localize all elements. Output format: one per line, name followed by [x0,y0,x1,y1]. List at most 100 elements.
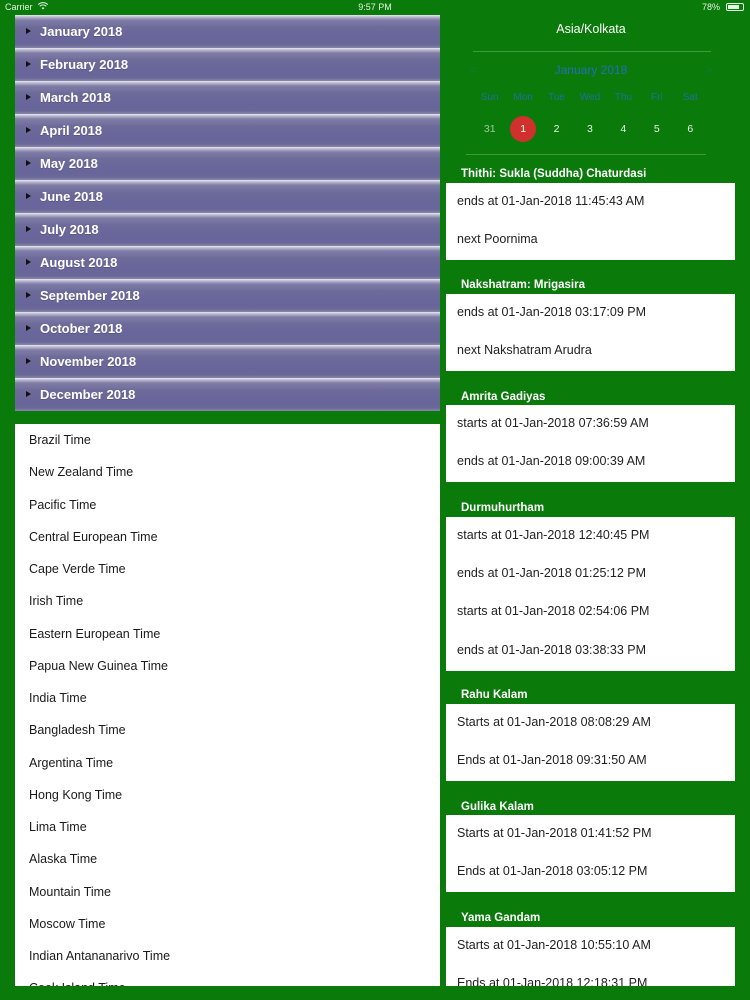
timezone-list: Brazil Time New Zealand Time Pacific Time C… [15,424,440,986]
section-card-line: Ends at 01-Jan-2018 09:31:50 AM [457,753,647,768]
calendar-day-number: 3 [587,123,593,135]
month-row[interactable]: September 2018 [15,279,440,312]
section-card: ends at 01-Jan-2018 11:45:43 AM next Poor… [446,183,735,261]
calendar-day-selected[interactable]: 1 [506,116,539,142]
month-label: May 2018 [40,156,98,171]
month-label: February 2018 [40,57,129,72]
section-card-line: Starts at 01-Jan-2018 10:55:10 AM [457,938,651,952]
calendar-day-number: 4 [620,123,627,135]
calendar-day-number: 1 [520,123,527,135]
timezone-list-item[interactable]: New Zealand Time [15,456,440,488]
timezone-list-item[interactable]: Hong Kong Time [15,779,440,811]
calendar-day[interactable]: 3 [573,116,606,142]
section-title: Yama Gandam [461,912,541,924]
weekday-label: Mon [513,92,533,103]
section-card: Starts at 01-Jan-2018 01:41:52 PM Ends at… [446,815,735,893]
calendar-day[interactable]: 4 [607,116,640,142]
section-card-line: ends at 01-Jan-2018 01:25:12 PM [457,566,647,581]
timezone-list-item[interactable]: Moscow Time [15,908,440,940]
section-card: Starts at 01-Jan-2018 08:08:29 AM Ends at… [446,704,735,782]
month-row[interactable]: June 2018 [15,180,440,213]
month-row[interactable]: March 2018 [15,81,440,114]
timezone-list-item[interactable]: Cape Verde Time [15,553,440,585]
disclosure-triangle-icon [26,391,31,397]
month-row[interactable]: January 2018 [15,15,440,48]
section-card-line: ends at 01-Jan-2018 11:45:43 AM [457,194,645,208]
disclosure-triangle-icon [26,160,31,166]
calendar-day[interactable]: 31 [473,116,506,142]
disclosure-triangle-icon [26,325,31,331]
timezone-title: Asia/Kolkata [556,22,626,36]
month-row[interactable]: February 2018 [15,48,440,81]
month-row[interactable]: November 2018 [15,345,440,378]
section-card: starts at 01-Jan-2018 07:36:59 AM ends at… [446,405,735,483]
timezone-list-item[interactable]: Bangladesh Time [15,714,440,746]
weekday-label: Sat [682,92,698,103]
calendar-day-number: 5 [653,123,660,135]
disclosure-triangle-icon [26,28,31,34]
month-row[interactable]: April 2018 [15,114,440,147]
timezone-list-item[interactable]: Argentina Time [15,747,440,779]
timezone-list-item[interactable]: Irish Time [15,585,440,617]
status-time: 9:57 PM [358,2,392,12]
month-row[interactable]: August 2018 [15,246,440,279]
section-card-line: Ends at 01-Jan-2018 12:18:31 PM [457,976,648,986]
section-card-line: next Poornima [457,232,538,247]
month-label: October 2018 [40,321,123,336]
calendar-day-number: 31 [483,123,496,135]
timezone-list-item[interactable]: Lima Time [15,811,440,843]
month-label: July 2018 [40,222,99,237]
calendar-days: 31 1 2 3 4 5 6 [473,116,707,142]
section-card-line: starts at 01-Jan-2018 12:40:45 PM [457,528,650,542]
timezone-list-item[interactable]: India Time [15,682,440,714]
section-card-line: next Nakshatram Arudra [457,343,592,358]
section-card-line: ends at 01-Jan-2018 03:17:09 PM [457,305,647,319]
disclosure-triangle-icon [26,259,31,265]
month-row[interactable]: December 2018 [15,378,440,411]
month-label: June 2018 [40,189,103,204]
calendar-weekdays: Sun Mon Tue Wed Thu Fri Sat [473,92,707,103]
calendar-day[interactable]: 6 [674,116,707,142]
divider [466,154,706,155]
weekday-label: Thu [614,92,633,103]
timezone-list-item[interactable]: Pacific Time [15,489,440,521]
timezone-list-item[interactable]: Alaska Time [15,843,440,875]
timezone-list-item[interactable]: Mountain Time [15,876,440,908]
month-row[interactable]: October 2018 [15,312,440,345]
section-card: ends at 01-Jan-2018 03:17:09 PM next Naks… [446,294,735,372]
calendar-day[interactable]: 5 [640,116,673,142]
month-label: August 2018 [40,255,118,270]
calendar-day[interactable]: 2 [540,116,573,142]
section-title: Durmuhurtham [461,502,545,514]
disclosure-triangle-icon [26,358,31,364]
timezone-list-item[interactable]: Central European Time [15,521,440,553]
disclosure-triangle-icon [26,193,31,199]
month-row[interactable]: May 2018 [15,147,440,180]
month-label: December 2018 [40,387,136,402]
month-row[interactable]: July 2018 [15,213,440,246]
section-card: Starts at 01-Jan-2018 10:55:10 AM Ends at… [446,927,735,986]
section-card-line: ends at 01-Jan-2018 03:38:33 PM [457,642,647,657]
disclosure-triangle-icon [26,226,31,232]
battery-icon [726,3,744,11]
calendar-next-button[interactable]: > [682,63,712,77]
weekday-label: Wed [579,92,601,103]
section-title: Nakshatram: Mrigasira [461,279,585,291]
month-accordion: January 2018 February 2018 March 2018 April… [15,15,440,411]
section-title: Gulika Kalam [461,801,534,813]
calendar-day-number: 6 [687,123,694,135]
month-label: September 2018 [40,288,140,303]
battery-percent: 78% [701,2,720,12]
section-card: starts at 01-Jan-2018 12:40:45 PM ends at… [446,517,735,671]
weekday-label: Tue [548,92,565,103]
timezone-list-item[interactable]: Cook Island Time [15,972,440,986]
month-label: January 2018 [40,24,123,39]
disclosure-triangle-icon [26,127,31,133]
timezone-list-item[interactable]: Indian Antananarivo Time [15,940,440,972]
divider [473,51,711,52]
timezone-list-item[interactable]: Brazil Time [15,424,440,456]
section-title: Amrita Gadiyas [461,391,546,403]
timezone-list-item[interactable]: Eastern European Time [15,618,440,650]
timezone-list-item[interactable]: Papua New Guinea Time [15,650,440,682]
disclosure-triangle-icon [26,292,31,298]
